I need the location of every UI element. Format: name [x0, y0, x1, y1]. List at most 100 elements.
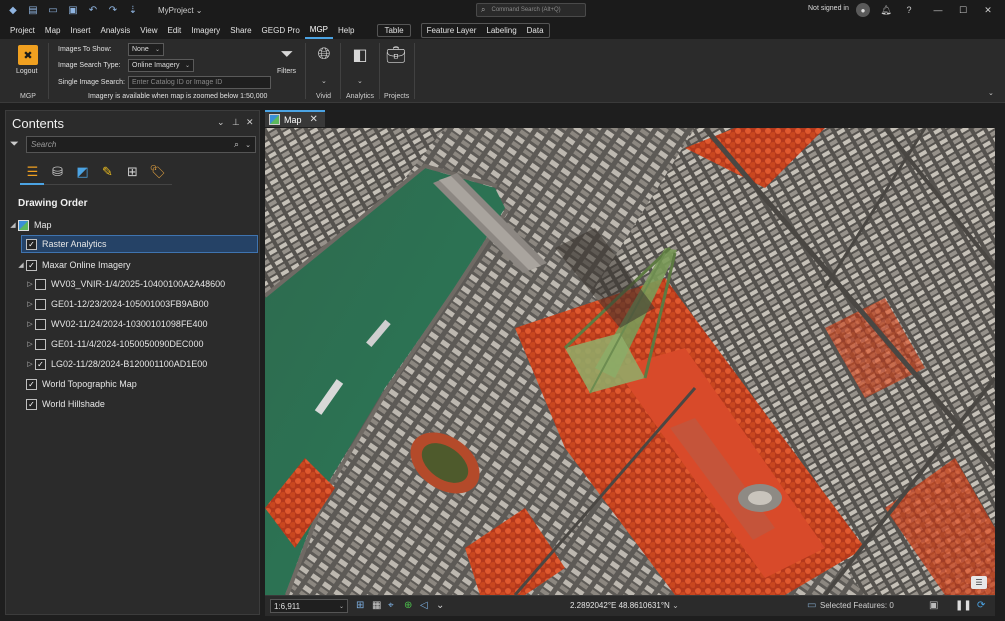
- tab-feature-layer[interactable]: Feature Layer: [422, 24, 482, 37]
- close-tab-icon[interactable]: ✕: [310, 114, 318, 125]
- sign-in-status[interactable]: Not signed in: [808, 5, 849, 12]
- tree-item-maxar-online-imagery[interactable]: ◢ ✓ Maxar Online Imagery: [16, 256, 131, 274]
- map-view-tab[interactable]: Map ✕: [265, 110, 325, 127]
- navigator-icon[interactable]: ⌖: [388, 600, 394, 611]
- tree-item-image-2[interactable]: ▷ GE01-12/23/2024-105001003FB9AB00: [25, 295, 209, 313]
- expand-triangle-icon[interactable]: ▷: [25, 360, 35, 368]
- projects-group-label: Projects: [384, 93, 410, 100]
- layer-visibility-checkbox[interactable]: [35, 278, 46, 290]
- help-icon[interactable]: ?: [901, 3, 917, 17]
- tab-edit[interactable]: Edit: [162, 21, 186, 39]
- collapse-triangle-icon[interactable]: ◢: [16, 261, 26, 269]
- tree-item-image-5[interactable]: ▷ ✓ LG02-11/28/2024-B120001100AD1E00: [25, 355, 207, 373]
- tree-item-map[interactable]: ◢ Map: [8, 216, 52, 234]
- context-tab-table[interactable]: Table: [377, 23, 411, 37]
- save-project-icon[interactable]: ▣: [66, 4, 80, 18]
- list-by-editing-icon[interactable]: ✎: [95, 161, 120, 183]
- chevron-down-icon[interactable]: ⌄: [245, 141, 251, 149]
- swipe-compare-icon[interactable]: ◧: [350, 44, 370, 66]
- tab-insert[interactable]: Insert: [65, 21, 95, 39]
- map-scale-select[interactable]: 1:6,911 ⌄: [270, 599, 348, 613]
- tab-data[interactable]: Data: [522, 24, 549, 37]
- collapse-ribbon-icon[interactable]: ⌄: [988, 89, 994, 97]
- tab-labeling[interactable]: Labeling: [481, 24, 521, 37]
- redo-icon[interactable]: ↷: [106, 4, 120, 18]
- tab-analysis[interactable]: Analysis: [95, 21, 135, 39]
- expand-triangle-icon[interactable]: ▷: [25, 320, 35, 328]
- chevron-down-icon[interactable]: ⌄: [357, 77, 363, 85]
- logout-button[interactable]: ✖: [18, 45, 38, 65]
- layer-visibility-checkbox[interactable]: ✓: [26, 378, 37, 390]
- search-icon[interactable]: ⌕: [234, 139, 239, 150]
- chevron-down-icon[interactable]: ⌄: [321, 77, 327, 85]
- title-bar: ◆ ▤ ▭ ▣ ↶ ↷ ⇣ MyProject ⌄ ⌕ Command Sear…: [0, 0, 1005, 21]
- tree-item-world-hillshade[interactable]: ✓ World Hillshade: [26, 395, 105, 413]
- tab-help[interactable]: Help: [333, 21, 359, 39]
- tab-view[interactable]: View: [135, 21, 162, 39]
- close-window-icon[interactable]: ✕: [980, 3, 996, 17]
- command-search-input[interactable]: ⌕ Command Search (Alt+Q): [476, 3, 586, 17]
- project-name[interactable]: MyProject ⌄: [158, 6, 203, 15]
- user-avatar-icon[interactable]: ●: [856, 3, 870, 17]
- list-by-selection-icon[interactable]: ◩: [70, 161, 95, 183]
- tab-gegd-pro[interactable]: GEGD Pro: [257, 21, 305, 39]
- map-canvas[interactable]: ☰: [265, 128, 995, 595]
- notifications-bell-icon[interactable]: 🔔︎: [878, 3, 894, 17]
- collapse-triangle-icon[interactable]: ◢: [8, 221, 18, 229]
- grid-icon[interactable]: ▦: [372, 600, 381, 611]
- tree-item-image-1[interactable]: ▷ WV03_VNIR-1/4/2025-10400100A2A48600: [25, 275, 225, 293]
- list-by-labeling-icon[interactable]: 🏷︎: [145, 161, 170, 183]
- image-search-type-select[interactable]: Online Imagery ⌄: [128, 59, 194, 72]
- filter-icon[interactable]: ⏷: [10, 138, 19, 151]
- undo-icon[interactable]: ↶: [86, 4, 100, 18]
- contents-search-input[interactable]: Search ⌕ ⌄: [26, 136, 256, 153]
- tree-item-raster-analytics[interactable]: ✓ Raster Analytics: [21, 235, 258, 253]
- chevron-down-icon[interactable]: ⌄: [672, 601, 679, 610]
- tree-item-image-4[interactable]: ▷ GE01-11/4/2024-1050050090DEC000: [25, 335, 203, 353]
- tree-item-image-3[interactable]: ▷ WV02-11/24/2024-10300101098FE400: [25, 315, 207, 333]
- list-by-data-source-icon[interactable]: ⛁: [45, 161, 70, 183]
- expand-triangle-icon[interactable]: ▷: [25, 280, 35, 288]
- single-image-search-input[interactable]: Enter Catalog ID or Image ID: [128, 76, 271, 89]
- layer-visibility-checkbox[interactable]: [35, 338, 46, 350]
- chevron-down-icon[interactable]: ⌄: [436, 600, 444, 611]
- customize-toolbar-icon[interactable]: ⇣: [126, 4, 140, 18]
- minimize-window-icon[interactable]: —: [930, 3, 946, 17]
- tab-project[interactable]: Project: [5, 21, 40, 39]
- filters-button-label[interactable]: Filters: [277, 68, 296, 75]
- open-project-icon[interactable]: ▭: [46, 4, 60, 18]
- briefcase-icon[interactable]: 💼︎: [386, 44, 406, 66]
- refresh-icon[interactable]: ⟳: [977, 600, 985, 611]
- expand-triangle-icon[interactable]: ▷: [25, 340, 35, 348]
- pin-pane-icon[interactable]: ⊥: [232, 117, 240, 128]
- layer-visibility-checkbox[interactable]: [35, 318, 46, 330]
- images-to-show-select[interactable]: None ⌄: [128, 43, 164, 56]
- new-project-icon[interactable]: ▤: [26, 4, 40, 18]
- tab-imagery[interactable]: Imagery: [186, 21, 225, 39]
- layer-visibility-checkbox[interactable]: ✓: [26, 398, 37, 410]
- pane-options-chevron-icon[interactable]: ⌄: [217, 117, 225, 128]
- layer-visibility-checkbox[interactable]: ✓: [35, 358, 46, 370]
- close-pane-icon[interactable]: ✕: [246, 117, 254, 128]
- tree-item-world-topographic-map[interactable]: ✓ World Topographic Map: [26, 375, 137, 393]
- fixed-zoom-in-icon[interactable]: ⊞: [356, 600, 364, 611]
- list-by-drawing-order-icon[interactable]: ☰: [20, 161, 45, 183]
- tab-share[interactable]: Share: [225, 21, 256, 39]
- list-by-snapping-icon[interactable]: ⊞: [120, 161, 145, 183]
- table-view-icon[interactable]: ▣: [929, 600, 938, 611]
- pause-drawing-icon[interactable]: ❚❚: [955, 600, 972, 611]
- ribbon-separator: [340, 43, 341, 99]
- layer-visibility-checkbox[interactable]: ✓: [26, 238, 37, 250]
- layer-visibility-checkbox[interactable]: ✓: [26, 259, 37, 271]
- snapping-icon[interactable]: ⊕: [404, 600, 412, 611]
- tab-mgp[interactable]: MGP: [304, 21, 334, 39]
- sound-icon[interactable]: ◁: [420, 600, 428, 611]
- image-search-type-value: Online Imagery: [132, 62, 180, 69]
- globe-icon[interactable]: 🌐︎: [314, 44, 334, 66]
- maximize-window-icon[interactable]: ☐: [955, 3, 971, 17]
- expand-triangle-icon[interactable]: ▷: [25, 300, 35, 308]
- tab-map[interactable]: Map: [40, 21, 66, 39]
- comment-icon[interactable]: ☰: [971, 576, 987, 589]
- filter-funnel-icon[interactable]: ⏷: [277, 44, 297, 66]
- layer-visibility-checkbox[interactable]: [35, 298, 46, 310]
